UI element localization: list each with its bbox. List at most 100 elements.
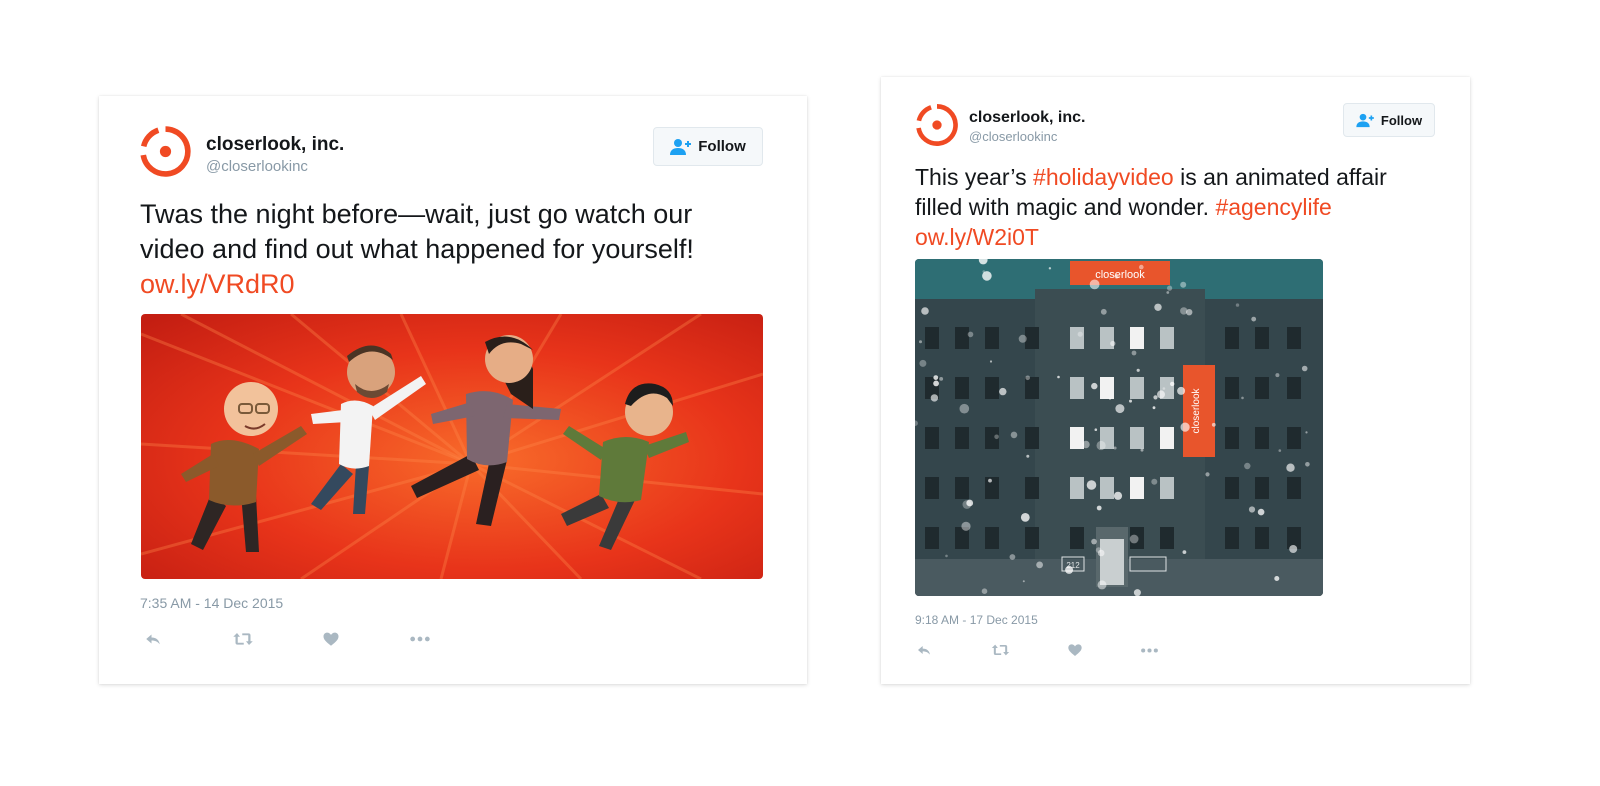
- tweet-link[interactable]: ow.ly/VRdR0: [140, 269, 295, 299]
- account-handle[interactable]: @closerlookinc: [206, 158, 308, 175]
- account-name[interactable]: closerlook, inc.: [969, 109, 1085, 127]
- snowflake: [961, 521, 971, 531]
- closerlook-logo-icon[interactable]: [139, 125, 192, 178]
- building-window: [985, 477, 999, 499]
- snowflake: [1065, 565, 1074, 574]
- reply-button[interactable]: [912, 640, 936, 660]
- like-button[interactable]: [317, 628, 345, 650]
- tweet-link[interactable]: ow.ly/W2i0T: [915, 224, 1039, 250]
- building-window: [1225, 427, 1239, 449]
- snowflake: [966, 499, 974, 507]
- snowflake: [981, 588, 988, 594]
- snowflake: [967, 331, 974, 338]
- building-window: [1160, 327, 1174, 349]
- account-name[interactable]: closerlook, inc.: [206, 134, 344, 156]
- snowflake: [1275, 373, 1280, 378]
- tweet-text: This year’s #holidayvideo is an animated…: [915, 162, 1455, 252]
- more-button[interactable]: [1136, 640, 1162, 660]
- snowflake: [1025, 375, 1030, 381]
- building-window: [1070, 377, 1084, 399]
- snowflake: [1095, 547, 1102, 553]
- building-window: [1287, 477, 1301, 499]
- building-window: [1100, 477, 1114, 499]
- building-window: [1255, 427, 1269, 449]
- hashtag-link[interactable]: #agencylife: [1215, 194, 1331, 220]
- snowflake: [988, 478, 992, 483]
- snowflake: [1274, 576, 1280, 581]
- tweet-text-line: video and find out what happened for you…: [140, 234, 694, 264]
- snowflake: [1026, 454, 1030, 458]
- snowflake: [1205, 472, 1210, 477]
- snowflake: [933, 375, 939, 380]
- reply-button[interactable]: [139, 628, 167, 650]
- snowflake: [1180, 307, 1188, 315]
- building-window: [1255, 477, 1269, 499]
- snowflake: [1180, 281, 1187, 288]
- more-button[interactable]: [405, 628, 435, 650]
- building-window: [925, 477, 939, 499]
- building-window: [1025, 427, 1039, 449]
- snowflake: [1086, 480, 1097, 490]
- building-window: [1225, 527, 1239, 549]
- animated-characters-jumping: [141, 314, 763, 579]
- tweet-timestamp[interactable]: 7:35 AM - 14 Dec 2015: [140, 595, 283, 611]
- snowflake: [1115, 404, 1125, 414]
- snowflake: [1166, 291, 1170, 294]
- snowflake: [1177, 386, 1186, 395]
- snowflake: [919, 359, 927, 367]
- retweet-icon: [990, 642, 1011, 658]
- building-window: [1287, 377, 1301, 399]
- tweet-card: closerlook, inc. @closerlookinc Follow T…: [881, 77, 1470, 684]
- closerlook-logo-icon[interactable]: [915, 103, 959, 147]
- hashtag-link[interactable]: #holidayvideo: [1033, 164, 1174, 190]
- snowflake: [999, 387, 1007, 396]
- building-window: [925, 427, 939, 449]
- retweet-button[interactable]: [987, 640, 1013, 660]
- tweet-text-part: is an animated affair: [1173, 164, 1387, 190]
- snowflake: [1211, 422, 1216, 427]
- snowflake: [1305, 431, 1308, 434]
- building-window: [1130, 477, 1144, 499]
- snowflake: [1140, 448, 1144, 452]
- snowflake: [1235, 303, 1240, 307]
- snowflake: [1180, 422, 1190, 432]
- building-window: [1255, 327, 1269, 349]
- tweet-text-part: filled with magic and wonder.: [915, 194, 1216, 220]
- snowflake: [1110, 340, 1116, 347]
- building-window: [1225, 477, 1239, 499]
- follow-button[interactable]: Follow: [653, 127, 763, 166]
- snowflake: [1157, 390, 1165, 399]
- building-window: [1160, 427, 1174, 449]
- tweet-timestamp[interactable]: 9:18 AM - 17 Dec 2015: [915, 613, 1038, 627]
- building-window: [985, 327, 999, 349]
- banner-text: closerlook: [1095, 269, 1145, 281]
- like-icon: [322, 630, 340, 648]
- building-window: [1287, 427, 1301, 449]
- snowflake: [1151, 478, 1158, 485]
- tweet-media-image[interactable]: [141, 314, 763, 579]
- building-window: [985, 377, 999, 399]
- snowflake: [1020, 513, 1030, 522]
- building-window: [1255, 377, 1269, 399]
- building-window: [1130, 327, 1144, 349]
- snowflake: [1009, 554, 1016, 560]
- snowflake: [1152, 406, 1156, 410]
- tweet-media-image[interactable]: closerlook closerlook 212: [915, 259, 1323, 596]
- follow-button[interactable]: Follow: [1343, 103, 1435, 137]
- building-window: [955, 477, 969, 499]
- snowflake: [1286, 463, 1295, 472]
- snowflake: [1094, 428, 1098, 431]
- retweet-button[interactable]: [228, 628, 258, 650]
- snowflake: [1113, 446, 1117, 450]
- snowflake: [1301, 365, 1308, 372]
- snowflake: [1091, 382, 1098, 390]
- snowflake: [1113, 491, 1123, 500]
- snowflake: [933, 380, 939, 387]
- snowflake: [1082, 440, 1090, 449]
- building-window: [1255, 527, 1269, 549]
- snowflake: [1162, 387, 1166, 390]
- like-button[interactable]: [1063, 640, 1087, 660]
- snowflake: [1278, 449, 1282, 452]
- account-handle[interactable]: @closerlookinc: [969, 129, 1057, 144]
- follow-label: Follow: [698, 138, 746, 155]
